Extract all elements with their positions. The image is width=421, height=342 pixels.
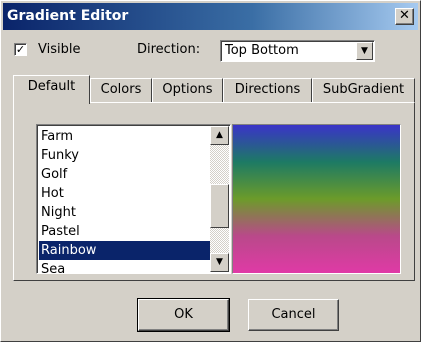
close-button[interactable]: ✕ xyxy=(395,8,414,25)
list-item[interactable]: Night xyxy=(39,203,211,222)
scroll-up-button[interactable]: ▲ xyxy=(210,126,229,145)
list-item[interactable]: Farm xyxy=(39,127,211,146)
tab-directions[interactable]: Directions xyxy=(223,78,312,103)
scroll-thumb[interactable] xyxy=(210,184,229,228)
arrow-up-icon: ▲ xyxy=(216,130,223,140)
list-scrollbar[interactable]: ▲ ▼ xyxy=(210,126,229,272)
tab-label: SubGradient xyxy=(322,82,405,97)
cancel-button[interactable]: Cancel xyxy=(248,299,339,331)
direction-label: Direction: xyxy=(137,42,201,57)
tab-label: Default xyxy=(27,79,76,94)
gradient-preview xyxy=(232,124,401,274)
dialog-buttons: OK Cancel xyxy=(1,289,420,341)
visible-checkbox[interactable]: ✓ xyxy=(14,43,27,56)
options-row: ✓ Visible Direction: Top Bottom ▼ xyxy=(14,40,414,64)
gradient-listbox[interactable]: Farm Funky Golf Hot Night Pastel Rainbow… xyxy=(36,124,231,274)
title-bar: Gradient Editor ✕ xyxy=(3,3,418,30)
close-icon: ✕ xyxy=(399,8,410,23)
chevron-down-icon: ▼ xyxy=(361,46,368,56)
checkmark-icon: ✓ xyxy=(15,43,26,56)
scroll-down-button[interactable]: ▼ xyxy=(210,253,229,272)
list-item[interactable]: Funky xyxy=(39,146,211,165)
direction-select[interactable]: Top Bottom ▼ xyxy=(220,40,375,62)
gradient-list-items: Farm Funky Golf Hot Night Pastel Rainbow… xyxy=(39,127,211,273)
direction-value: Top Bottom xyxy=(225,43,299,58)
tab-default[interactable]: Default xyxy=(13,75,90,104)
list-item[interactable]: Sea xyxy=(39,260,211,273)
tab-panel-default: Farm Funky Golf Hot Night Pastel Rainbow… xyxy=(13,102,415,281)
list-item[interactable]: Golf xyxy=(39,165,211,184)
arrow-down-icon: ▼ xyxy=(216,257,223,267)
tab-strip: Default Colors Options Directions SubGra… xyxy=(13,75,415,104)
list-item-selected[interactable]: Rainbow xyxy=(39,241,211,260)
tab-label: Colors xyxy=(100,82,142,97)
gradient-editor-window: Gradient Editor ✕ ✓ Visible Direction: T… xyxy=(0,0,421,342)
tab-label: Directions xyxy=(234,82,301,97)
tab-subgradient[interactable]: SubGradient xyxy=(312,78,415,103)
tab-options[interactable]: Options xyxy=(152,78,223,103)
tab-colors[interactable]: Colors xyxy=(90,78,152,103)
window-title: Gradient Editor xyxy=(7,8,129,24)
list-item[interactable]: Hot xyxy=(39,184,211,203)
list-item[interactable]: Pastel xyxy=(39,222,211,241)
visible-label[interactable]: Visible xyxy=(38,42,80,57)
tab-label: Options xyxy=(162,82,213,97)
ok-button[interactable]: OK xyxy=(137,298,230,332)
direction-dropdown-button[interactable]: ▼ xyxy=(356,42,373,60)
